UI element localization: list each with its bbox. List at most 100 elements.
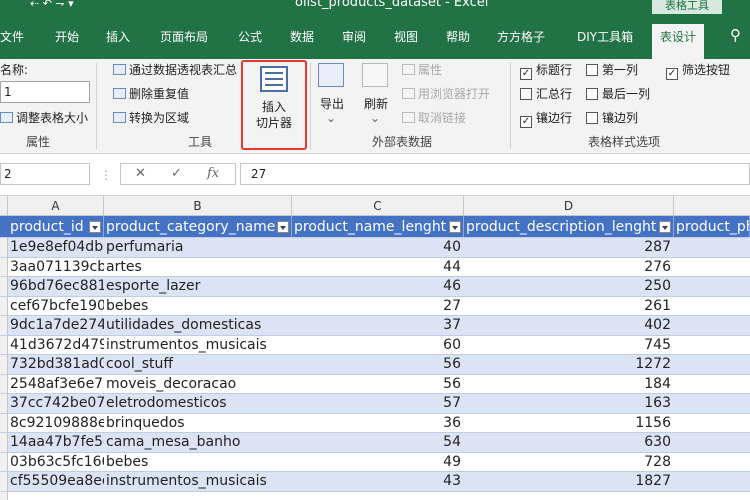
row-header[interactable] [0, 257, 8, 276]
table-cell[interactable]: 9dc1a7de274a [8, 316, 104, 335]
convert-to-range-button[interactable]: 转换为区域 [113, 109, 189, 126]
quick-access-toolbar[interactable]: ⇠ ↶ ⇁ ▾ [30, 0, 74, 10]
table-cell[interactable]: perfumaria [104, 238, 292, 257]
table-cell[interactable]: 276 [464, 258, 674, 277]
table-cell[interactable]: 46 [292, 277, 464, 296]
table-cell[interactable]: 36 [292, 414, 464, 433]
tab-file[interactable]: 文件 [0, 28, 24, 45]
first-column-checkbox[interactable] [586, 64, 598, 76]
header-row-option[interactable]: ✓ 标题行 [520, 61, 572, 80]
table-cell[interactable]: 37 [292, 316, 464, 335]
row-header[interactable] [0, 277, 8, 296]
tab-view[interactable]: 视图 [394, 28, 418, 45]
table-cell[interactable]: cool_stuff [104, 355, 292, 374]
table-cell[interactable]: 03b63c5fc166 [8, 453, 104, 472]
table-cell[interactable] [674, 472, 750, 491]
export-dropdown-arrow[interactable]: ⌄ [326, 111, 336, 125]
table-cell[interactable] [674, 336, 750, 355]
first-column-option[interactable]: 第一列 [586, 61, 638, 78]
column-header-b[interactable]: B [104, 196, 292, 216]
filter-dropdown-icon[interactable] [659, 221, 671, 233]
remove-duplicates-button[interactable]: 删除重复值 [113, 85, 189, 102]
tab-diy-toolbox[interactable]: DIY工具箱 [577, 28, 633, 45]
tab-ffcell[interactable]: 方方格子 [497, 28, 545, 45]
insert-slicer-button[interactable]: 插入 切片器 [241, 60, 307, 150]
lightbulb-icon[interactable]: ⚲ [730, 26, 741, 44]
filter-button-option[interactable]: ✓ 筛选按钮 [666, 61, 730, 80]
table-cell[interactable]: 8c92109888el [8, 414, 104, 433]
table-cell[interactable]: 261 [464, 297, 674, 316]
table-cell[interactable]: 163 [464, 394, 674, 413]
row-header[interactable] [0, 472, 8, 491]
table-cell[interactable]: 56 [292, 375, 464, 394]
column-header-e[interactable] [674, 196, 750, 216]
table-cell[interactable] [464, 492, 674, 500]
table-cell[interactable]: 56 [292, 355, 464, 374]
table-cell[interactable]: eletrodomesticos [104, 394, 292, 413]
table-cell[interactable]: 1e9e8ef04dbc [8, 238, 104, 257]
column-header-d[interactable]: D [464, 196, 674, 216]
tab-data[interactable]: 数据 [290, 28, 314, 45]
table-cell[interactable] [674, 355, 750, 374]
table-header-cell[interactable]: product_category_name [104, 216, 292, 237]
row-header[interactable] [0, 316, 8, 335]
total-row-checkbox[interactable] [520, 88, 532, 100]
table-cell[interactable]: 250 [464, 277, 674, 296]
table-cell[interactable]: 49 [292, 453, 464, 472]
row-header[interactable] [0, 491, 8, 500]
resize-table-button[interactable]: 调整表格大小 [0, 109, 88, 126]
table-cell[interactable]: cf55509ea8ed [8, 472, 104, 491]
table-cell[interactable]: 27 [292, 297, 464, 316]
export-button[interactable]: 导出 [320, 95, 344, 112]
table-cell[interactable] [674, 316, 750, 335]
refresh-button[interactable]: 刷新 [364, 95, 388, 112]
filter-dropdown-icon[interactable] [89, 221, 101, 233]
table-cell[interactable]: 745 [464, 336, 674, 355]
table-header-cell[interactable]: product_description_lenght [464, 216, 674, 237]
table-cell[interactable] [674, 414, 750, 433]
last-column-option[interactable]: 最后一列 [586, 85, 650, 102]
row-header[interactable] [0, 394, 8, 413]
table-cell[interactable]: cef67bcfe1906 [8, 297, 104, 316]
select-all-corner[interactable] [0, 196, 8, 216]
table-name-input[interactable]: 1 [0, 81, 90, 103]
table-cell[interactable]: 60 [292, 336, 464, 355]
table-cell[interactable] [674, 453, 750, 472]
tab-table-design[interactable]: 表设计 [652, 24, 705, 59]
tab-page-layout[interactable]: 页面布局 [160, 28, 208, 45]
table-cell[interactable]: 14aa47b7fe5c [8, 433, 104, 452]
total-row-option[interactable]: 汇总行 [520, 85, 572, 102]
table-cell[interactable]: bebes [104, 297, 292, 316]
table-header-cell[interactable]: product_name_lenght [292, 216, 464, 237]
table-cell[interactable]: 732bd381ad09 [8, 355, 104, 374]
table-cell[interactable]: esporte_lazer [104, 277, 292, 296]
table-cell[interactable] [292, 492, 464, 500]
table-cell[interactable]: utilidades_domesticas [104, 316, 292, 335]
table-cell[interactable]: 1827 [464, 472, 674, 491]
table-cell[interactable]: 3aa071139cb1 [8, 258, 104, 277]
unlink-button[interactable]: 取消链接 [402, 109, 466, 126]
enter-icon[interactable]: ✓ [171, 166, 182, 181]
table-cell[interactable]: 630 [464, 433, 674, 452]
row-header[interactable] [0, 433, 8, 452]
last-column-checkbox[interactable] [586, 88, 598, 100]
table-cell[interactable]: brinquedos [104, 414, 292, 433]
table-cell[interactable] [674, 238, 750, 257]
table-header-cell[interactable]: product_id [8, 216, 104, 237]
filter-button-checkbox[interactable]: ✓ [666, 68, 678, 80]
row-header[interactable] [0, 335, 8, 354]
insert-function-icon[interactable]: fx [207, 166, 219, 181]
row-header[interactable] [0, 238, 8, 257]
banded-columns-option[interactable]: 镶边列 [586, 109, 638, 126]
tab-formulas[interactable]: 公式 [238, 28, 262, 45]
table-cell[interactable]: 57 [292, 394, 464, 413]
summarize-pivot-button[interactable]: 通过数据透视表汇总 [113, 61, 237, 78]
table-cell[interactable] [104, 492, 292, 500]
column-header-c[interactable]: C [292, 196, 464, 216]
row-header[interactable] [0, 413, 8, 432]
table-cell[interactable]: artes [104, 258, 292, 277]
table-cell[interactable]: 44 [292, 258, 464, 277]
table-cell[interactable]: 43 [292, 472, 464, 491]
table-cell[interactable] [674, 492, 750, 500]
row-header[interactable] [0, 374, 8, 393]
